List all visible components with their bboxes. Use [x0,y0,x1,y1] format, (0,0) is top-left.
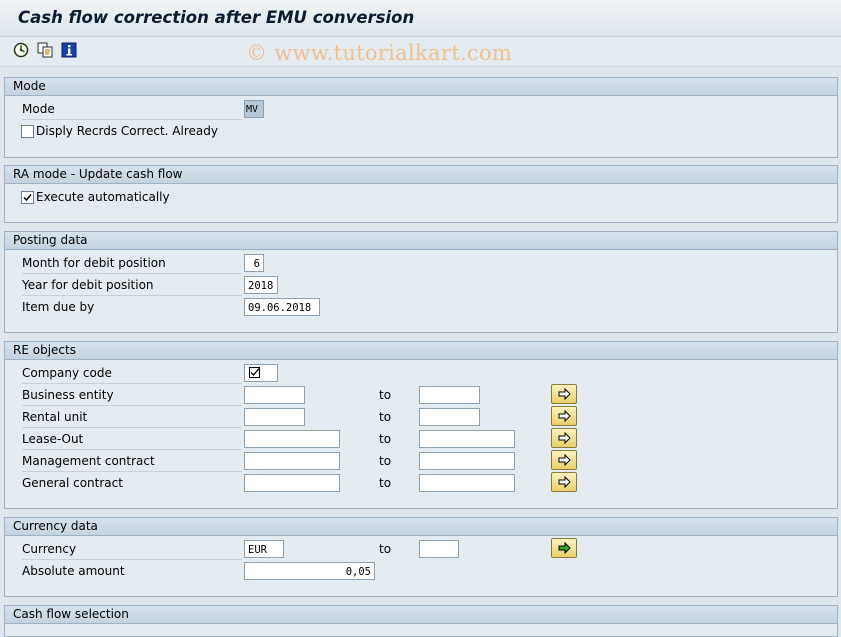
re-objects-group-header: RE objects [5,342,837,360]
execute-automatically-label: Execute automatically [36,190,170,204]
cash-flow-selection-group-header: Cash flow selection [5,606,837,624]
window-title: Cash flow correction after EMU conversio… [18,8,415,27]
to-label: to [379,410,392,424]
mode-field[interactable]: MV [244,100,264,118]
management-contract-label: Management contract [22,451,242,472]
business-entity-to[interactable] [419,386,480,404]
posting-data-group: Posting data Month for debit position 6 … [4,231,838,333]
execute-icon[interactable] [13,42,29,58]
mode-label: Mode [22,99,242,120]
to-label: to [379,454,392,468]
management-contract-to[interactable] [419,452,515,470]
display-records-checkbox[interactable] [21,125,34,138]
display-records-label: Disply Recrds Correct. Already [36,124,218,138]
general-contract-to[interactable] [419,474,515,492]
currency-data-group: Currency data Currency EUR to Absolute a… [4,517,838,597]
currency-multiple-selection-button[interactable] [551,538,577,558]
execute-automatically-checkbox[interactable] [21,191,34,204]
posting-data-group-header: Posting data [5,232,837,250]
cash-flow-selection-group: Cash flow selection [4,605,838,637]
business-entity-multiple-selection-button[interactable] [551,384,577,404]
re-objects-group: RE objects Company code Business entity … [4,341,838,509]
rental-unit-multiple-selection-button[interactable] [551,406,577,426]
company-code-field[interactable] [244,364,278,382]
mode-group: Mode Mode MV Disply Recrds Correct. Alre… [4,77,838,158]
company-code-label: Company code [22,363,242,384]
arrow-right-icon [558,542,571,554]
lease-out-to[interactable] [419,430,515,448]
watermark: © www.tutorialkart.com [246,41,513,65]
item-due-label: Item due by [22,300,95,314]
management-contract-multiple-selection-button[interactable] [551,450,577,470]
lease-out-from[interactable] [244,430,340,448]
month-field[interactable]: 6 [244,254,264,272]
lease-out-label: Lease-Out [22,429,242,450]
to-label: to [379,542,392,556]
absolute-amount-field[interactable]: 0,05 [244,562,375,580]
general-contract-label: General contract [22,476,123,490]
checkmark-icon [23,194,32,202]
ra-mode-group: RA mode - Update cash flow Execute autom… [4,165,838,223]
rental-unit-label: Rental unit [22,407,242,428]
management-contract-from[interactable] [244,452,340,470]
get-variant-icon[interactable] [37,42,53,58]
absolute-amount-label: Absolute amount [22,564,125,578]
general-contract-from[interactable] [244,474,340,492]
mode-group-header: Mode [5,78,837,96]
business-entity-label: Business entity [22,385,242,406]
year-label: Year for debit position [22,275,242,296]
ra-mode-group-header: RA mode - Update cash flow [5,166,837,184]
arrow-right-icon [558,454,571,466]
info-icon[interactable] [61,42,77,58]
currency-to[interactable] [419,540,459,558]
checkbox-checked-icon [249,367,260,378]
title-bar: Cash flow correction after EMU conversio… [0,0,841,37]
general-contract-multiple-selection-button[interactable] [551,472,577,492]
rental-unit-to[interactable] [419,408,480,426]
to-label: to [379,432,392,446]
arrow-right-icon [558,432,571,444]
currency-data-group-header: Currency data [5,518,837,536]
arrow-right-icon [558,410,571,422]
currency-from[interactable]: EUR [244,540,284,558]
year-field[interactable]: 2018 [244,276,278,294]
item-due-field[interactable]: 09.06.2018 [244,298,320,316]
to-label: to [379,388,392,402]
business-entity-from[interactable] [244,386,305,404]
arrow-right-icon [558,476,571,488]
rental-unit-from[interactable] [244,408,305,426]
lease-out-multiple-selection-button[interactable] [551,428,577,448]
to-label: to [379,476,392,490]
currency-label: Currency [22,539,242,560]
arrow-right-icon [558,388,571,400]
month-label: Month for debit position [22,253,242,274]
